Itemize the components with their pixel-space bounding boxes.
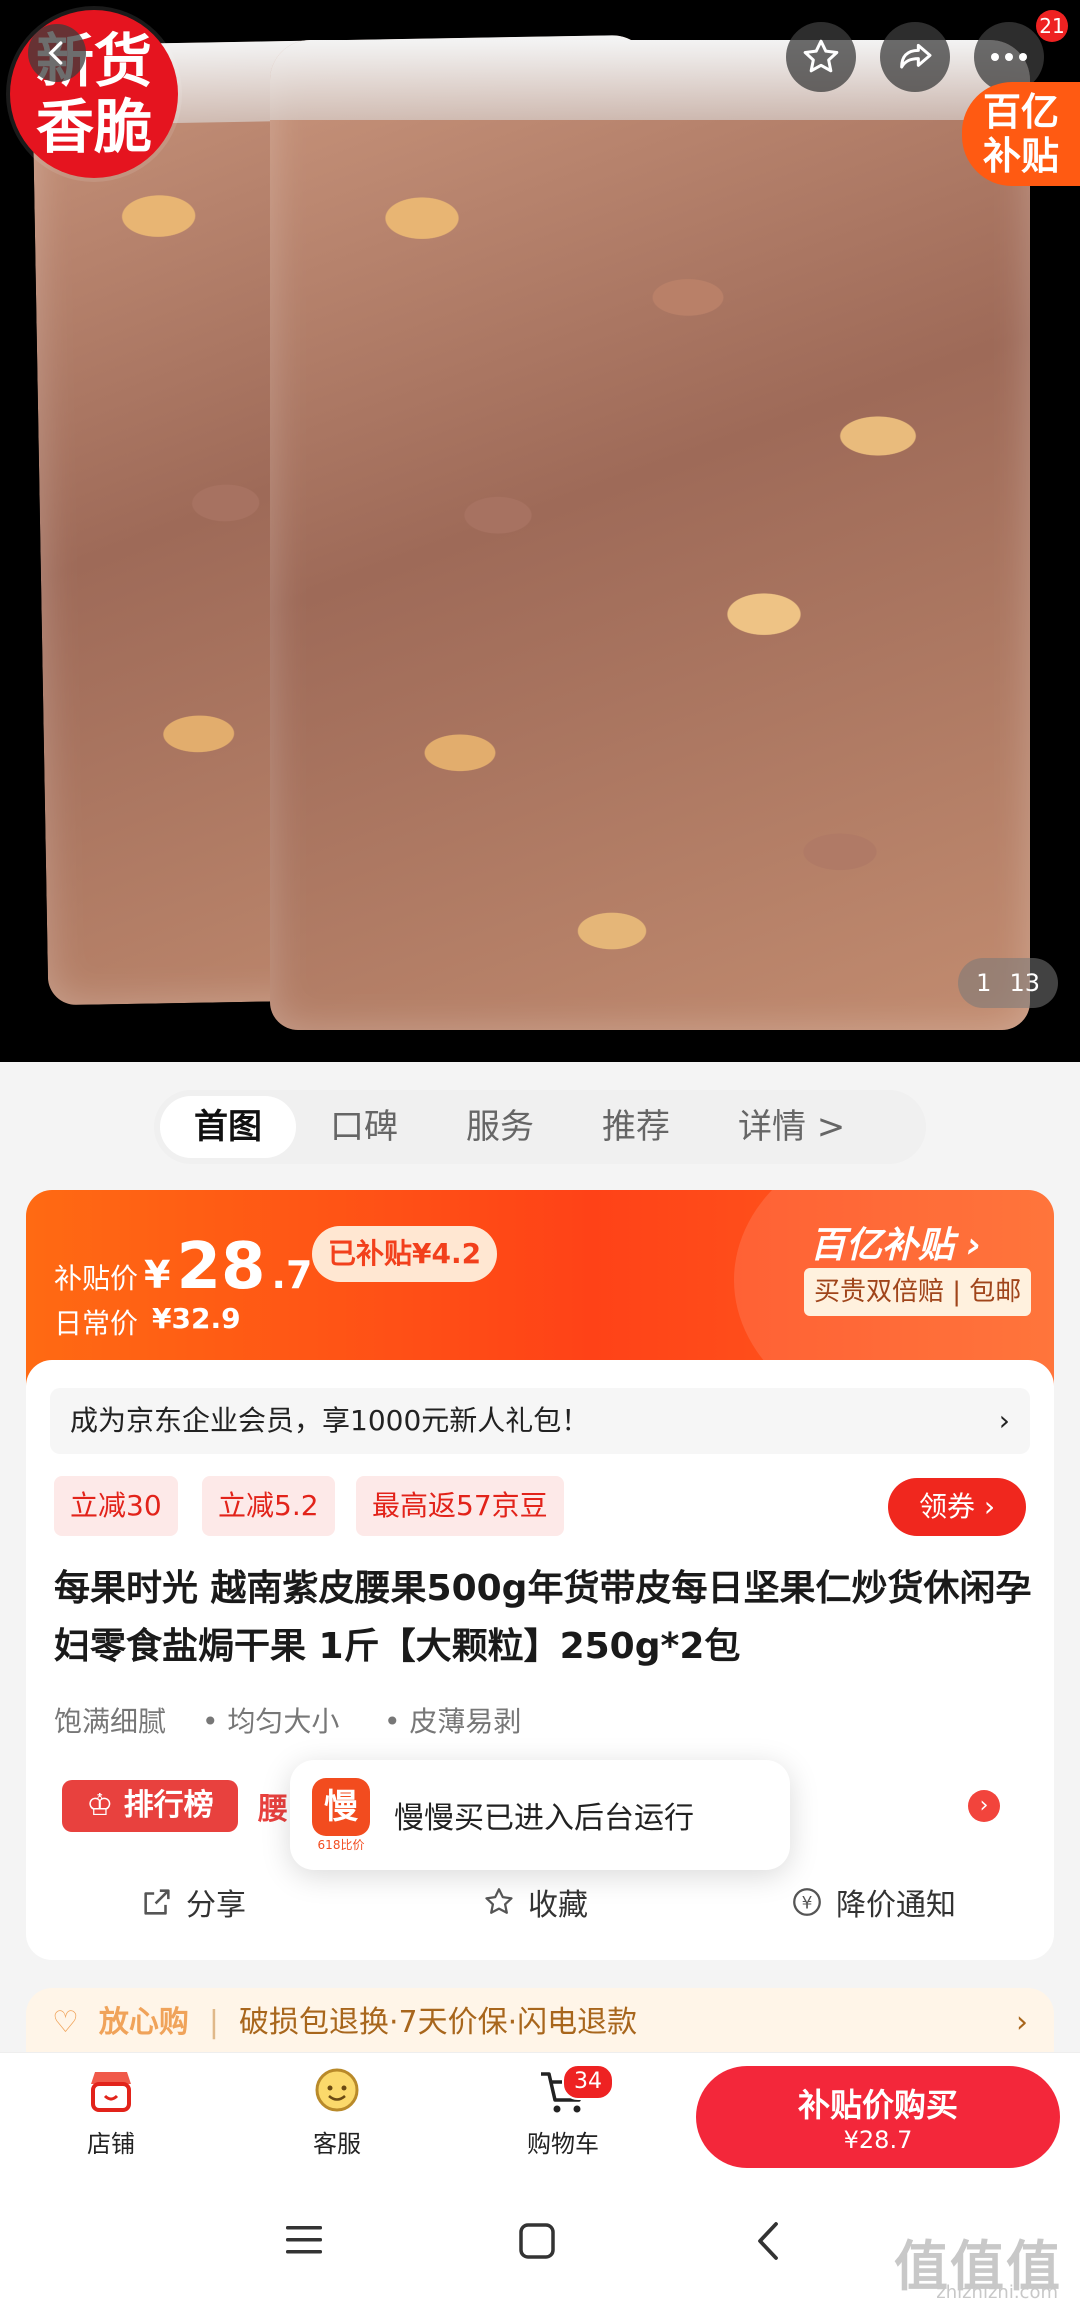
subsidy-brand-link[interactable]: 百亿补贴 ›	[810, 1216, 981, 1268]
cart-count-badge: 34	[562, 2064, 614, 2100]
feature-tag: 饱满细腻	[54, 1705, 167, 1738]
ranking-badge[interactable]: ♔ 排行榜	[62, 1780, 238, 1832]
home-button[interactable]	[518, 2222, 556, 2264]
toast-message: 慢慢买已进入后台运行	[394, 1801, 694, 1836]
back-chevron-icon	[758, 2222, 778, 2260]
ranking-label: 排行榜	[123, 1788, 214, 1823]
promo-chip[interactable]: 立减30	[54, 1476, 178, 1536]
product-title: 每果时光 越南紫皮腰果500g年货带皮每日坚果仁炒货休闲孕妇零食盐焗干果 1斤【…	[54, 1568, 1032, 1667]
customer-service-icon	[315, 2068, 359, 2112]
assurance-label: 放心购	[98, 2005, 189, 2040]
daily-price-value: ¥32.9	[152, 1302, 241, 1335]
service-label: 客服	[313, 2130, 361, 2158]
divider: |	[208, 2005, 220, 2040]
guarantee-tag: 买贵双倍赔 | 包邮	[804, 1268, 1032, 1316]
tab-details[interactable]: 详情 >	[704, 1096, 879, 1158]
app-icon: 慢 618比价	[312, 1777, 370, 1853]
member-banner-text: 成为京东企业会员，享1000元新人礼包！	[70, 1404, 590, 1437]
favorite-top-button[interactable]	[786, 22, 856, 92]
tab-service[interactable]: 服务	[432, 1096, 568, 1158]
share-icon	[144, 1889, 170, 1915]
subsidy-price: 补贴价 ¥ 28 .7	[54, 1230, 312, 1304]
assurance-bar[interactable]: ♡ 放心购 | 破损包退换·7天价保·闪电退款 ›	[26, 1988, 1054, 2058]
section-tabs: 首图 口碑 服务 推荐 详情 >	[154, 1090, 926, 1164]
price-alert-icon: ¥	[793, 1888, 821, 1916]
chevron-right-icon: ›	[998, 1404, 1010, 1437]
member-banner[interactable]: 成为京东企业会员，享1000元新人礼包！ ›	[50, 1388, 1030, 1454]
subsidy-amount-tag: 已补贴¥4.2	[312, 1226, 498, 1282]
tab-main-image[interactable]: 首图	[160, 1096, 296, 1158]
get-coupon-button[interactable]: 领券 ›	[888, 1478, 1026, 1536]
share-arrow-icon	[900, 43, 932, 69]
shop-label: 店铺	[87, 2130, 135, 2158]
share-action[interactable]: 分享	[140, 1880, 246, 1924]
assurance-text: 破损包退换·7天价保·闪电退款	[239, 2005, 638, 2040]
shop-icon	[91, 2072, 131, 2112]
notification-count-badge: 21	[1036, 10, 1068, 42]
currency-symbol: ¥	[144, 1253, 171, 1297]
favorite-label: 收藏	[528, 1888, 588, 1923]
watermark-url: zhizhizhi.com	[936, 2282, 1058, 2303]
svg-text:¥: ¥	[802, 1893, 813, 1913]
recents-button[interactable]	[284, 2222, 324, 2262]
subsidy-price-label: 补贴价	[54, 1262, 139, 1295]
promo-chip[interactable]: 最高返57京豆	[356, 1476, 564, 1536]
shop-button[interactable]: 店铺	[46, 2066, 176, 2159]
subsidy-badge: 百亿 补贴	[962, 82, 1080, 186]
daily-price: 日常价 ¥32.9	[54, 1302, 241, 1342]
chevron-right-icon: ›	[1016, 2005, 1028, 2040]
price-decimal: .7	[271, 1253, 313, 1297]
more-dots-icon	[991, 53, 1027, 61]
heart-icon: ♡	[52, 2005, 79, 2040]
feature-tag: • 均匀大小	[202, 1705, 340, 1738]
ranking-arrow-icon[interactable]: ›	[968, 1790, 1000, 1822]
share-label: 分享	[186, 1888, 246, 1923]
tab-reviews[interactable]: 口碑	[296, 1096, 432, 1158]
back-button[interactable]	[28, 24, 86, 82]
app-icon-caption: 618比价	[317, 1837, 365, 1852]
price-main: 28	[176, 1230, 266, 1304]
favorite-action[interactable]: 收藏	[482, 1880, 588, 1924]
promo-chip[interactable]: 立减5.2	[202, 1476, 335, 1536]
subsidy-buy-button[interactable]: 补贴价购买 ¥28.7	[696, 2066, 1060, 2168]
chevron-left-icon	[48, 41, 63, 65]
feature-tag: • 皮薄易剥	[384, 1705, 522, 1738]
square-icon	[519, 2223, 555, 2259]
price-alert-action[interactable]: ¥ 降价通知	[790, 1880, 956, 1924]
buy-price: ¥28.7	[843, 2126, 913, 2154]
menu-icon	[286, 2226, 322, 2254]
ranking-text: 腰	[258, 1792, 288, 1827]
share-top-button[interactable]	[880, 22, 950, 92]
daily-price-label: 日常价	[54, 1307, 139, 1340]
star-icon	[803, 39, 839, 73]
cart-label: 购物车	[527, 2130, 599, 2158]
customer-service-button[interactable]: 客服	[272, 2066, 402, 2159]
trophy-icon: ♔	[86, 1788, 114, 1823]
app-icon-glyph: 慢	[312, 1777, 370, 1836]
toast-notification: 慢 618比价 慢慢买已进入后台运行	[290, 1760, 790, 1870]
image-pager: 1 13	[958, 958, 1058, 1008]
tab-recommend[interactable]: 推荐	[568, 1096, 704, 1158]
price-alert-label: 降价通知	[836, 1888, 956, 1923]
back-nav-button[interactable]	[752, 2220, 786, 2266]
star-outline-icon	[485, 1888, 513, 1914]
buy-label: 补贴价购买	[797, 2086, 958, 2124]
